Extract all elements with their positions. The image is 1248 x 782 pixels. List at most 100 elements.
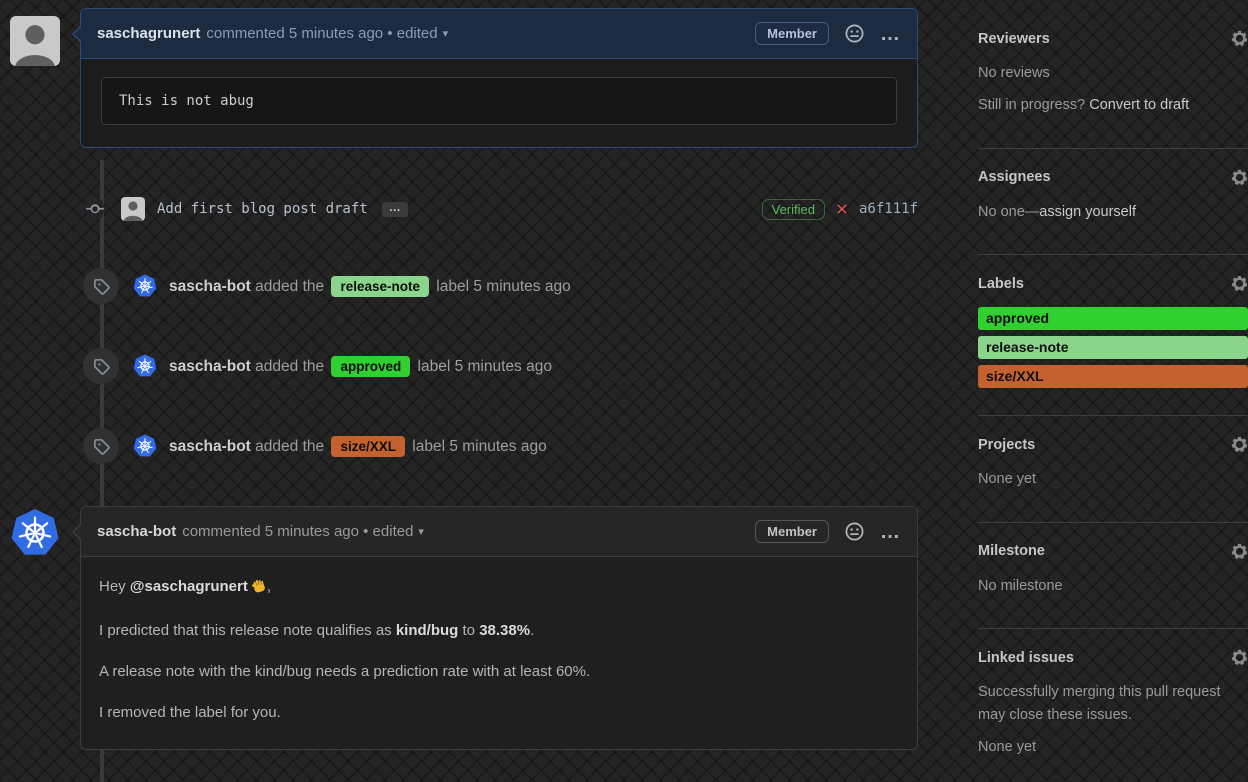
gear-icon[interactable] — [1231, 30, 1248, 47]
pull-request-page: saschagrunert commented 5 minutes ago • … — [0, 0, 1248, 782]
kebab-menu-icon[interactable]: … — [880, 24, 901, 44]
label-badge[interactable]: release-note — [331, 275, 429, 297]
edited-dropdown-caret-icon[interactable]: ▾ — [418, 525, 424, 538]
requirement-paragraph: A release note with the kind/bug needs a… — [99, 663, 591, 680]
add-reaction-button[interactable] — [845, 24, 864, 43]
convert-to-draft-row: Still in progress? Convert to draft — [978, 97, 1190, 114]
sidebar: Reviewers No reviews Still in progress? … — [978, 0, 1248, 782]
labels-title: Labels — [978, 275, 1024, 292]
greeting-paragraph: Hey @saschagrunert, — [99, 577, 899, 598]
comment-arrow — [74, 25, 83, 43]
timeline-event-size-xxl: sascha-bot added the size/XXL label 5 mi… — [0, 428, 938, 464]
gear-icon[interactable] — [1231, 649, 1248, 666]
milestone-title: Milestone — [978, 543, 1045, 560]
divider — [978, 521, 1248, 523]
comment-author-link[interactable]: sascha-bot — [97, 523, 176, 540]
conversation-timeline: saschagrunert commented 5 minutes ago • … — [0, 0, 938, 782]
commit-expander-button[interactable]: … — [381, 201, 408, 217]
comment-author-link[interactable]: saschagrunert — [97, 25, 200, 42]
label-badge[interactable]: size/XXL — [331, 435, 405, 457]
kubernetes-icon — [10, 507, 60, 556]
no-projects-text: None yet — [978, 471, 1037, 488]
gear-icon[interactable] — [1231, 436, 1248, 453]
kubernetes-icon — [133, 353, 157, 377]
labels-section: Labels approved release-note size/XXL — [978, 275, 1248, 398]
event-time-text: label 5 minutes ago — [417, 357, 552, 375]
commit-message-link[interactable]: Add first blog post draft — [157, 201, 368, 217]
timeline-event-release-note: sascha-bot added the release-note label … — [0, 268, 938, 304]
kebab-menu-icon[interactable]: … — [880, 522, 901, 542]
avatar-saschagrunert[interactable] — [10, 16, 60, 66]
member-badge: Member — [755, 520, 829, 543]
divider — [978, 254, 1248, 256]
sidebar-label-size-xxl[interactable]: size/XXL — [978, 365, 1248, 389]
no-linked-issues-text: None yet — [978, 739, 1037, 756]
event-time-text: label 5 minutes ago — [436, 277, 571, 295]
convert-to-draft-link[interactable]: Convert to draft — [1089, 97, 1189, 113]
avatar-sascha-bot[interactable] — [10, 507, 60, 558]
gear-icon[interactable] — [1231, 275, 1248, 292]
mention-link[interactable]: @saschagrunert — [130, 578, 248, 595]
kubernetes-icon — [133, 273, 157, 297]
no-reviews-text: No reviews — [978, 65, 1050, 81]
event-actor-link[interactable]: sascha-bot — [169, 358, 251, 375]
commit-hash-link[interactable]: a6f111f — [859, 201, 918, 217]
comment-meta: commented 5 minutes ago • edited — [206, 25, 438, 42]
event-action-text: added the — [255, 277, 325, 295]
timeline-event-approved: sascha-bot added the approved label 5 mi… — [0, 348, 938, 384]
bot-avatar[interactable] — [133, 433, 157, 458]
user-photo-icon — [10, 16, 60, 66]
verified-badge[interactable]: Verified — [761, 198, 825, 220]
comment-header: saschagrunert commented 5 minutes ago • … — [81, 9, 917, 59]
assign-yourself-link[interactable]: assign yourself — [1039, 204, 1136, 220]
projects-title: Projects — [978, 436, 1036, 453]
event-actor-link[interactable]: sascha-bot — [169, 438, 251, 455]
linked-issues-title: Linked issues — [978, 649, 1074, 666]
comment-1: saschagrunert commented 5 minutes ago • … — [0, 8, 938, 148]
git-commit-icon — [86, 197, 104, 221]
comment-header: sascha-bot commented 5 minutes ago • edi… — [81, 507, 917, 557]
milestone-section: Milestone No milestone — [978, 543, 1248, 611]
label-badge[interactable]: approved — [331, 355, 411, 377]
commit-row: Add first blog post draft … Verified a6f… — [0, 194, 938, 224]
edited-dropdown-caret-icon[interactable]: ▾ — [443, 27, 449, 40]
event-time-text: label 5 minutes ago — [412, 437, 547, 455]
comment-body: This is not abug — [81, 59, 917, 147]
divider — [978, 628, 1248, 630]
sidebar-label-release-note[interactable]: release-note — [978, 336, 1248, 360]
assignees-title: Assignees — [978, 169, 1051, 186]
linked-issues-section: Linked issues Successfully merging this … — [978, 649, 1248, 772]
event-action-text: added the — [255, 357, 325, 375]
reviewers-title: Reviewers — [978, 30, 1050, 47]
gear-icon[interactable] — [1231, 543, 1248, 560]
assignees-section: Assignees No one—assign yourself — [978, 169, 1248, 237]
comment-2: sascha-bot commented 5 minutes ago • edi… — [0, 506, 938, 750]
no-milestone-text: No milestone — [978, 577, 1063, 594]
divider — [978, 147, 1248, 149]
bot-avatar[interactable] — [133, 273, 157, 298]
gear-icon[interactable] — [1231, 169, 1248, 186]
event-action-text: added the — [255, 437, 325, 455]
comment-meta: commented 5 minutes ago • edited — [182, 523, 414, 540]
event-actor-link[interactable]: sascha-bot — [169, 278, 251, 295]
no-assignees-row: No one—assign yourself — [978, 203, 1136, 220]
kubernetes-icon — [133, 433, 157, 457]
removed-label-paragraph: I removed the label for you. — [99, 704, 281, 721]
projects-section: Projects None yet — [978, 436, 1248, 504]
divider — [978, 415, 1248, 417]
tag-icon — [83, 348, 119, 384]
linked-issues-description: Successfully merging this pull request m… — [978, 684, 1221, 723]
commit-author-avatar[interactable] — [121, 197, 145, 221]
tag-icon — [83, 428, 119, 464]
member-badge: Member — [755, 22, 829, 45]
add-reaction-button[interactable] — [845, 522, 864, 541]
sidebar-label-approved[interactable]: approved — [978, 307, 1248, 331]
smiley-icon — [845, 522, 864, 541]
comment-body: Hey @saschagrunert, I predicted that thi… — [81, 557, 917, 749]
bot-avatar[interactable] — [133, 353, 157, 378]
x-failed-check-icon[interactable] — [834, 201, 850, 217]
prediction-paragraph: I predicted that this release note quali… — [99, 622, 535, 639]
smiley-icon — [845, 24, 864, 43]
reviewers-section: Reviewers No reviews Still in progress? … — [978, 30, 1248, 131]
user-photo-icon — [121, 197, 145, 221]
